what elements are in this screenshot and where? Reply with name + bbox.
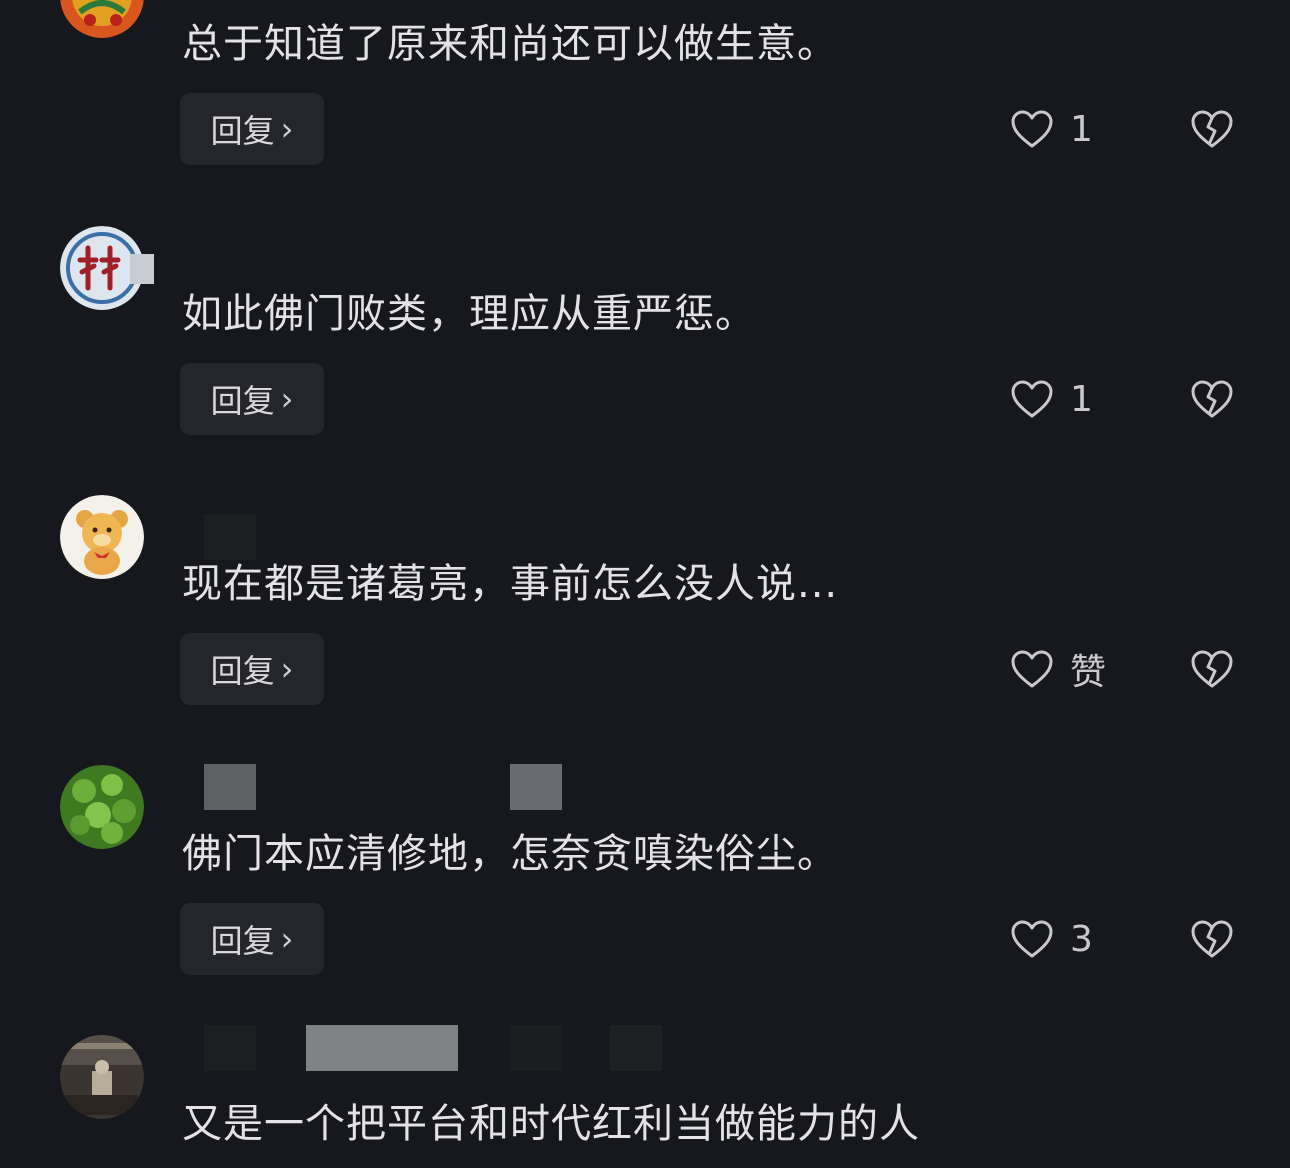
username-blurred [610, 1025, 662, 1071]
like-count: 赞 [1070, 652, 1107, 693]
like-button[interactable]: 赞 [1010, 633, 1106, 705]
dislike-button[interactable] [1188, 903, 1236, 975]
username-blurred [510, 764, 562, 810]
avatar[interactable] [60, 765, 144, 849]
comment-text: 又是一个把平台和时代红利当做能力的人 [182, 1101, 920, 1147]
reply-label: 回复 [210, 922, 275, 960]
like-count: 1 [1070, 108, 1093, 150]
avatar[interactable] [60, 0, 144, 38]
comment-text: 总于知道了原来和尚还可以做生意。 [182, 21, 838, 67]
reply-button[interactable]: 回复 › [180, 903, 324, 975]
comment-text: 如此佛门败类，理应从重严惩。 [182, 291, 756, 337]
dislike-button[interactable] [1188, 633, 1236, 705]
chevron-right-icon: › [280, 650, 294, 688]
reply-label: 回复 [210, 112, 275, 150]
username-blurred [306, 1025, 458, 1071]
avatar[interactable] [60, 1035, 144, 1119]
reply-label: 回复 [210, 652, 275, 690]
heart-outline-icon [1010, 919, 1054, 959]
broken-heart-icon [1189, 108, 1235, 150]
heart-outline-icon [1010, 649, 1054, 689]
username-blurred [204, 1025, 256, 1071]
chevron-right-icon: › [280, 380, 294, 418]
username-blurred [204, 764, 256, 810]
reply-label: 回复 [210, 382, 275, 420]
like-button[interactable]: 1 [1010, 93, 1093, 165]
broken-heart-icon [1189, 918, 1235, 960]
heart-outline-icon [1010, 109, 1054, 149]
broken-heart-icon [1189, 378, 1235, 420]
reply-button[interactable]: 回复 › [180, 93, 324, 165]
dislike-button[interactable] [1188, 93, 1236, 165]
like-button[interactable]: 1 [1010, 363, 1093, 435]
reply-button[interactable]: 回复 › [180, 363, 324, 435]
username-blurred [130, 254, 154, 284]
like-count: 1 [1070, 378, 1093, 420]
comment-text: 佛门本应清修地，怎奈贪嗔染俗尘。 [182, 831, 838, 877]
broken-heart-icon [1189, 648, 1235, 690]
avatar[interactable] [60, 495, 144, 579]
username-blurred [204, 514, 256, 560]
comment-text: 现在都是诸葛亮，事前怎么没人说... [182, 561, 839, 607]
reply-button[interactable]: 回复 › [180, 633, 324, 705]
username-blurred [510, 1025, 562, 1071]
dislike-button[interactable] [1188, 363, 1236, 435]
chevron-right-icon: › [280, 920, 294, 958]
like-button[interactable]: 3 [1010, 903, 1093, 975]
chevron-right-icon: › [280, 110, 294, 148]
heart-outline-icon [1010, 379, 1054, 419]
like-count: 3 [1070, 918, 1093, 960]
